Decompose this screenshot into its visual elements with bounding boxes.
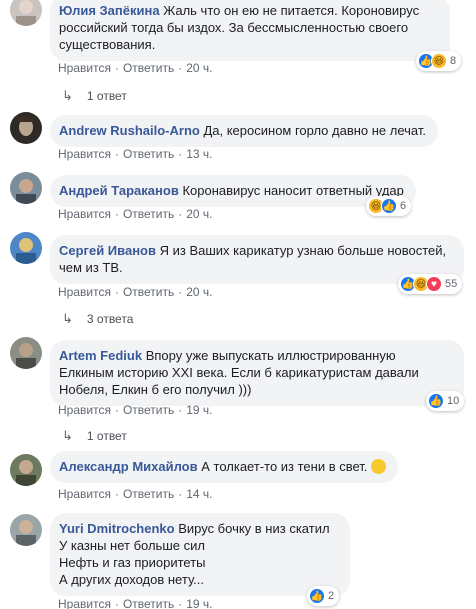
timestamp[interactable]: 20 ч. bbox=[186, 285, 212, 299]
comment-bubble: Artem Fediuk Впору уже выпускать иллюстр… bbox=[50, 340, 464, 406]
like-link[interactable]: Нравится bbox=[58, 285, 111, 299]
avatar[interactable] bbox=[10, 172, 42, 204]
comment-bubble: Андрей Тараканов Коронавирус наносит отв… bbox=[50, 175, 416, 207]
avatar[interactable] bbox=[10, 0, 42, 26]
comment-actions: Нравится · Ответить · 19 ч. bbox=[58, 597, 213, 609]
comment-text-line: Вирус бочку в низ скатил bbox=[178, 521, 330, 536]
like-link[interactable]: Нравится bbox=[58, 487, 111, 501]
reactions-badge[interactable]: 👍 😆 ♥ 55 bbox=[398, 274, 463, 294]
comment-actions: Нравится · Ответить · 20 ч. bbox=[58, 61, 213, 75]
replies-count[interactable]: 1 ответ bbox=[87, 428, 127, 444]
like-link[interactable]: Нравится bbox=[58, 147, 111, 161]
comment-text-line: У казны нет больше сил bbox=[59, 538, 205, 553]
comment-author[interactable]: Андрей Тараканов bbox=[59, 183, 179, 198]
comment-actions: Нравится · Ответить · 20 ч. bbox=[58, 207, 213, 221]
like-reaction-icon: 👍 bbox=[428, 393, 444, 409]
reactions-badge[interactable]: 😆 👍 6 bbox=[366, 196, 412, 216]
reactions-badge[interactable]: 👍 2 bbox=[307, 586, 340, 606]
reactions-badge[interactable]: 👍 😆 8 bbox=[416, 51, 462, 71]
like-reaction-icon: 👍 bbox=[381, 198, 397, 214]
comment-author[interactable]: Andrew Rushailo-Arno bbox=[59, 123, 200, 138]
view-replies-link[interactable]: ↳ 1 ответ bbox=[62, 88, 127, 104]
reply-link[interactable]: Ответить bbox=[123, 147, 174, 161]
comment-text: Коронавирус наносит ответный удар bbox=[182, 183, 404, 198]
grinning-emoji-icon bbox=[371, 459, 387, 474]
comment-text: Да, керосином горло давно не лечат. bbox=[203, 123, 427, 138]
reply-link[interactable]: Ответить bbox=[123, 597, 174, 609]
comment-bubble: Andrew Rushailo-Arno Да, керосином горло… bbox=[50, 115, 439, 147]
reply-arrow-icon: ↳ bbox=[62, 311, 73, 326]
reply-arrow-icon: ↳ bbox=[62, 88, 73, 103]
avatar[interactable] bbox=[10, 232, 42, 264]
view-replies-link[interactable]: ↳ 1 ответ bbox=[62, 428, 127, 444]
replies-count[interactable]: 3 ответа bbox=[87, 311, 133, 327]
reply-link[interactable]: Ответить bbox=[123, 285, 174, 299]
reaction-count: 6 bbox=[400, 200, 407, 212]
timestamp[interactable]: 14 ч. bbox=[186, 487, 212, 501]
like-reaction-icon: 👍 bbox=[309, 588, 325, 604]
reaction-count: 10 bbox=[447, 395, 460, 407]
comment-bubble: Yuri Dmitrochenko Вирус бочку в низ скат… bbox=[50, 513, 350, 596]
timestamp[interactable]: 19 ч. bbox=[186, 597, 212, 609]
comment-bubble: Юлия Запёкина Жаль что он ею не питается… bbox=[50, 0, 450, 61]
reactions-badge[interactable]: 👍 10 bbox=[426, 391, 465, 411]
timestamp[interactable]: 20 ч. bbox=[186, 61, 212, 75]
timestamp[interactable]: 13 ч. bbox=[186, 147, 212, 161]
reply-arrow-icon: ↳ bbox=[62, 428, 73, 443]
like-link[interactable]: Нравится bbox=[58, 61, 111, 75]
reaction-count: 8 bbox=[450, 55, 457, 67]
comment-text-line: Нефть и газ приоритеты bbox=[59, 555, 206, 570]
comment-author[interactable]: Юлия Запёкина bbox=[59, 3, 160, 18]
comment-actions: Нравится · Ответить · 13 ч. bbox=[58, 147, 213, 161]
timestamp[interactable]: 19 ч. bbox=[186, 403, 212, 417]
avatar[interactable] bbox=[10, 112, 42, 144]
comment-actions: Нравится · Ответить · 20 ч. bbox=[58, 285, 213, 299]
reply-link[interactable]: Ответить bbox=[123, 487, 174, 501]
comment-text-line: А других доходов нету... bbox=[59, 572, 204, 587]
comment-author[interactable]: Сергей Иванов bbox=[59, 243, 156, 258]
avatar[interactable] bbox=[10, 337, 42, 369]
reaction-count: 55 bbox=[445, 278, 458, 290]
avatar[interactable] bbox=[10, 514, 42, 546]
love-reaction-icon: ♥ bbox=[426, 276, 442, 292]
haha-reaction-icon: 😆 bbox=[431, 53, 447, 69]
comment-author[interactable]: Александр Михайлов bbox=[59, 459, 198, 474]
like-link[interactable]: Нравится bbox=[58, 597, 111, 609]
timestamp[interactable]: 20 ч. bbox=[186, 207, 212, 221]
like-link[interactable]: Нравится bbox=[58, 403, 111, 417]
reply-link[interactable]: Ответить bbox=[123, 61, 174, 75]
reaction-count: 2 bbox=[328, 590, 335, 602]
comment-actions: Нравится · Ответить · 19 ч. bbox=[58, 403, 213, 417]
comment-author[interactable]: Yuri Dmitrochenko bbox=[59, 521, 175, 536]
avatar[interactable] bbox=[10, 454, 42, 486]
reply-link[interactable]: Ответить bbox=[123, 403, 174, 417]
reply-link[interactable]: Ответить bbox=[123, 207, 174, 221]
comment-actions: Нравится · Ответить · 14 ч. bbox=[58, 487, 213, 501]
replies-count[interactable]: 1 ответ bbox=[87, 88, 127, 104]
comment-author[interactable]: Artem Fediuk bbox=[59, 348, 142, 363]
view-replies-link[interactable]: ↳ 3 ответа bbox=[62, 311, 133, 327]
like-link[interactable]: Нравится bbox=[58, 207, 111, 221]
comment-text: А толкает-то из тени в свет. bbox=[201, 459, 368, 474]
comment-bubble: Александр Михайлов А толкает-то из тени … bbox=[50, 451, 399, 483]
